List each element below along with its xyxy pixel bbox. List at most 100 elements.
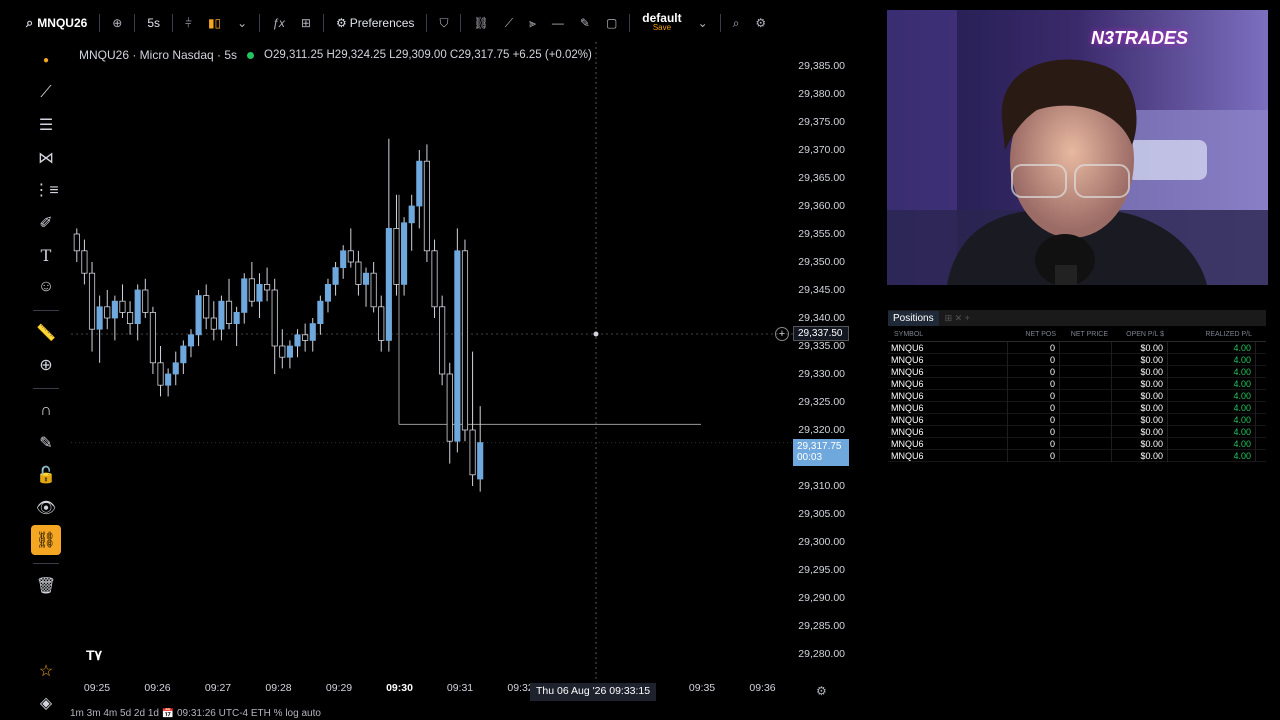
crosshair-tool[interactable]: ● — [31, 46, 61, 75]
layout-button[interactable]: default Save — [634, 12, 689, 33]
table-cell — [1060, 378, 1112, 390]
candle-body — [461, 250, 469, 431]
table-row[interactable]: MNQU6 0 $0.00 4.00 — [888, 414, 1266, 426]
table-row[interactable]: MNQU6 0 $0.00 4.00 — [888, 378, 1266, 390]
table-cell: 4.00 — [1168, 354, 1256, 366]
table-cell: MNQU6 — [888, 426, 1008, 438]
positions-col-header[interactable]: SYMBOL — [888, 331, 1008, 338]
divider — [33, 310, 59, 312]
top-toolbar: ⌕ MNQU26 ⊕ 5s ⫩ ▮▯ ⌄ ƒx ⊞ ⚙ Preferences … — [22, 8, 852, 38]
time-tick-label: 09:28 — [265, 682, 292, 694]
table-cell: $0.00 — [1112, 426, 1168, 438]
rectangle-button[interactable]: ▢ — [598, 8, 625, 38]
table-cell: 0 — [1008, 390, 1060, 402]
ruler-tool[interactable]: 📏 — [31, 318, 61, 347]
chart-settings-icon[interactable]: ⚙ — [816, 684, 827, 698]
candle-style-button[interactable]: ▮▯ — [200, 8, 229, 38]
candle-body — [347, 250, 354, 263]
brush-button[interactable]: ✎ — [572, 8, 598, 38]
table-row[interactable]: MNQU6 0 $0.00 4.00 — [888, 438, 1266, 450]
settings-button[interactable]: ⚙ — [747, 8, 774, 38]
chevron-down-icon: ⌄ — [237, 16, 248, 30]
tab-positions[interactable]: Positions — [888, 310, 939, 326]
price-tick-label: 29,355.00 — [798, 228, 845, 240]
crosshair-price-label: 29,337.50 — [793, 326, 849, 341]
settings-gear-icon: ⚙ — [755, 16, 767, 30]
table-row[interactable]: MNQU6 0 $0.00 4.00 — [888, 402, 1266, 414]
visibility-tool[interactable]: 👁 — [31, 493, 61, 522]
text-tool[interactable]: T — [31, 240, 61, 269]
price-scale[interactable]: 29,385.00 29,380.00 29,375.00 29,370.00 29,3… — [793, 42, 853, 672]
preferences-label: Preferences — [349, 16, 415, 30]
candlestick-chart[interactable] — [71, 42, 793, 682]
lock-tool[interactable]: 🔓 — [31, 461, 61, 490]
candle-body — [203, 295, 210, 319]
ruler-icon: 📏 — [36, 324, 56, 342]
chevron-down-icon: ⌄ — [697, 16, 708, 30]
time-scale[interactable]: 09:25 09:26 09:27 09:28 09:29 09:30 09:31 09:32… — [71, 682, 791, 702]
positions-panel: Positions ⊞ ✕ + SYMBOL NET POS NET PRICE OP… — [888, 310, 1266, 470]
candle-body — [446, 373, 453, 442]
table-row[interactable]: MNQU6 0 $0.00 4.00 — [888, 342, 1266, 354]
stay-drawing-tool[interactable]: ✎ — [31, 428, 61, 457]
candle-body — [469, 429, 476, 476]
bars-icon: ⫩ — [185, 15, 192, 30]
table-row[interactable]: MNQU6 0 $0.00 4.00 — [888, 450, 1266, 462]
candle-body — [477, 442, 484, 480]
positions-col-header[interactable]: NET PRICE — [1060, 331, 1112, 338]
table-row[interactable]: MNQU6 0 $0.00 4.00 — [888, 390, 1266, 402]
symbol-search-button[interactable]: ⌕ MNQU26 — [22, 8, 95, 38]
table-row[interactable]: MNQU6 0 $0.00 4.00 — [888, 354, 1266, 366]
layout-dropdown[interactable]: ⌄ — [690, 8, 716, 38]
candle-body — [157, 362, 164, 386]
table-cell: MNQU6 — [888, 390, 1008, 402]
templates-button[interactable]: ⊞ — [293, 8, 319, 38]
tradingview-logo-icon[interactable]: T٧ — [86, 647, 102, 664]
brush-tool[interactable]: ✐ — [31, 208, 61, 237]
fib-button[interactable]: ⫸ — [521, 8, 544, 38]
price-tick-label: 29,320.00 — [798, 424, 845, 436]
remove-drawings-tool[interactable]: 🗑 — [31, 571, 61, 600]
positions-col-header[interactable]: NET POS — [1008, 331, 1060, 338]
magnet-tool[interactable]: ∩ — [31, 396, 61, 425]
price-tick-label: 29,350.00 — [798, 256, 845, 268]
plus-marker-icon[interactable]: + — [775, 327, 789, 341]
sync-drawings-tool[interactable]: ⛓ — [31, 525, 61, 555]
chart-type-dropdown[interactable]: ⌄ — [229, 8, 255, 38]
add-tab-icon[interactable]: ⊞ ✕ + — [945, 313, 970, 324]
price-tick-label: 29,310.00 — [798, 480, 845, 492]
add-symbol-button[interactable]: ⊕ — [104, 8, 130, 38]
alert-button[interactable]: ⛉ — [431, 8, 456, 38]
table-cell: $0.00 — [1112, 366, 1168, 378]
favorites-tool[interactable]: ☆ — [31, 656, 61, 685]
zoom-tool[interactable]: ⊕ — [31, 351, 61, 380]
trendline-tool[interactable]: ⟋ — [31, 78, 61, 107]
table-cell: MNQU6 — [888, 342, 1008, 354]
positions-col-header[interactable]: OPEN P/L $ — [1112, 331, 1168, 338]
preferences-button[interactable]: ⚙ Preferences — [328, 8, 422, 38]
trendline-button[interactable]: ⟋ — [497, 8, 521, 38]
bar-style-button[interactable]: ⫩ — [177, 8, 200, 38]
prediction-tool[interactable]: ⋮≡ — [31, 176, 61, 205]
table-row[interactable]: MNQU6 0 $0.00 4.00 — [888, 366, 1266, 378]
hline-button[interactable]: — — [544, 8, 572, 38]
quick-search-button[interactable]: ⌕ — [725, 8, 748, 38]
table-row[interactable]: MNQU6 0 $0.00 4.00 — [888, 426, 1266, 438]
plus-circle-icon: ⊕ — [112, 16, 123, 30]
candle-body — [294, 334, 301, 347]
pattern-tool[interactable]: ⋈ — [31, 143, 61, 172]
interval-button[interactable]: 5s — [139, 8, 168, 38]
fib-tool[interactable]: ☰ — [31, 111, 61, 140]
link-button[interactable]: ⛓ — [465, 8, 496, 38]
table-cell: 4.00 — [1168, 390, 1256, 402]
candle-body — [340, 250, 347, 269]
emoji-tool[interactable]: ☺ — [31, 273, 61, 302]
object-tree-tool[interactable]: ◈ — [31, 689, 61, 718]
divider — [460, 14, 462, 32]
positions-col-header[interactable]: REALIZED P/L — [1168, 331, 1256, 338]
indicators-button[interactable]: ƒx — [264, 8, 293, 38]
fx-icon: ƒx — [272, 16, 285, 30]
candle-body — [149, 311, 156, 364]
pattern-icon: ⋈ — [38, 149, 54, 167]
candle-body — [264, 283, 271, 291]
